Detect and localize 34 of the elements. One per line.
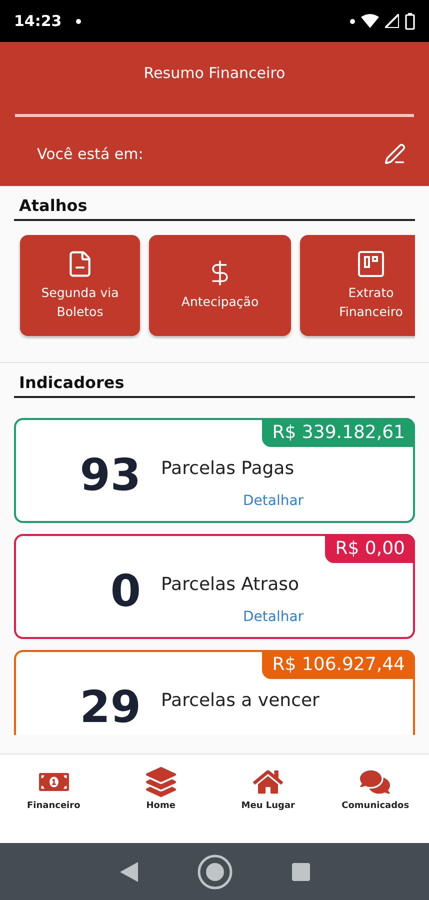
section-title: Atalhos [14,186,415,221]
section-title: Indicadores [14,363,415,398]
indicator-count: 0 [109,570,141,616]
amount-badge: R$ 106.927,44 [262,650,415,679]
shortcut-button[interactable]: Antecipação [149,235,291,336]
shortcut-button[interactable]: Segunda via Boletos [20,235,140,336]
detail-link[interactable]: Detalhar [243,609,304,625]
indicator-count: 93 [78,454,141,500]
indicator-label: Parcelas a vencer [161,690,320,711]
amount-badge: R$ 339.182,61 [262,418,415,447]
page-title: Resumo Financeiro [142,64,286,84]
location-label: Você está em: [37,145,144,163]
notification-dot [350,18,355,24]
recents-icon[interactable] [292,862,310,880]
amount-badge: R$ 0,00 [325,534,415,563]
nav-item[interactable]: Meu Lugar [220,767,316,815]
indicator-label: Parcelas Atraso [161,574,300,595]
indicator-count: 29 [78,686,141,732]
panel-icon [357,250,385,278]
nav-item[interactable]: Financeiro [6,767,102,815]
back-icon[interactable] [120,862,138,882]
shortcut-button[interactable]: Extrato Financeiro [300,235,415,336]
layers-icon [146,767,176,797]
battery-icon [405,12,415,30]
notification-dot [76,18,81,24]
nav-item[interactable]: Home [113,767,208,815]
nav-item[interactable]: Comunicados [328,767,423,815]
home-button-icon[interactable] [196,854,232,890]
signal-icon [385,14,399,28]
detail-link[interactable]: Detalhar [243,493,304,509]
status-time: 14:23 [14,12,62,30]
wifi-icon [361,14,379,28]
indicator-label: Parcelas Pagas [161,458,296,479]
edit-icon[interactable] [384,143,406,165]
